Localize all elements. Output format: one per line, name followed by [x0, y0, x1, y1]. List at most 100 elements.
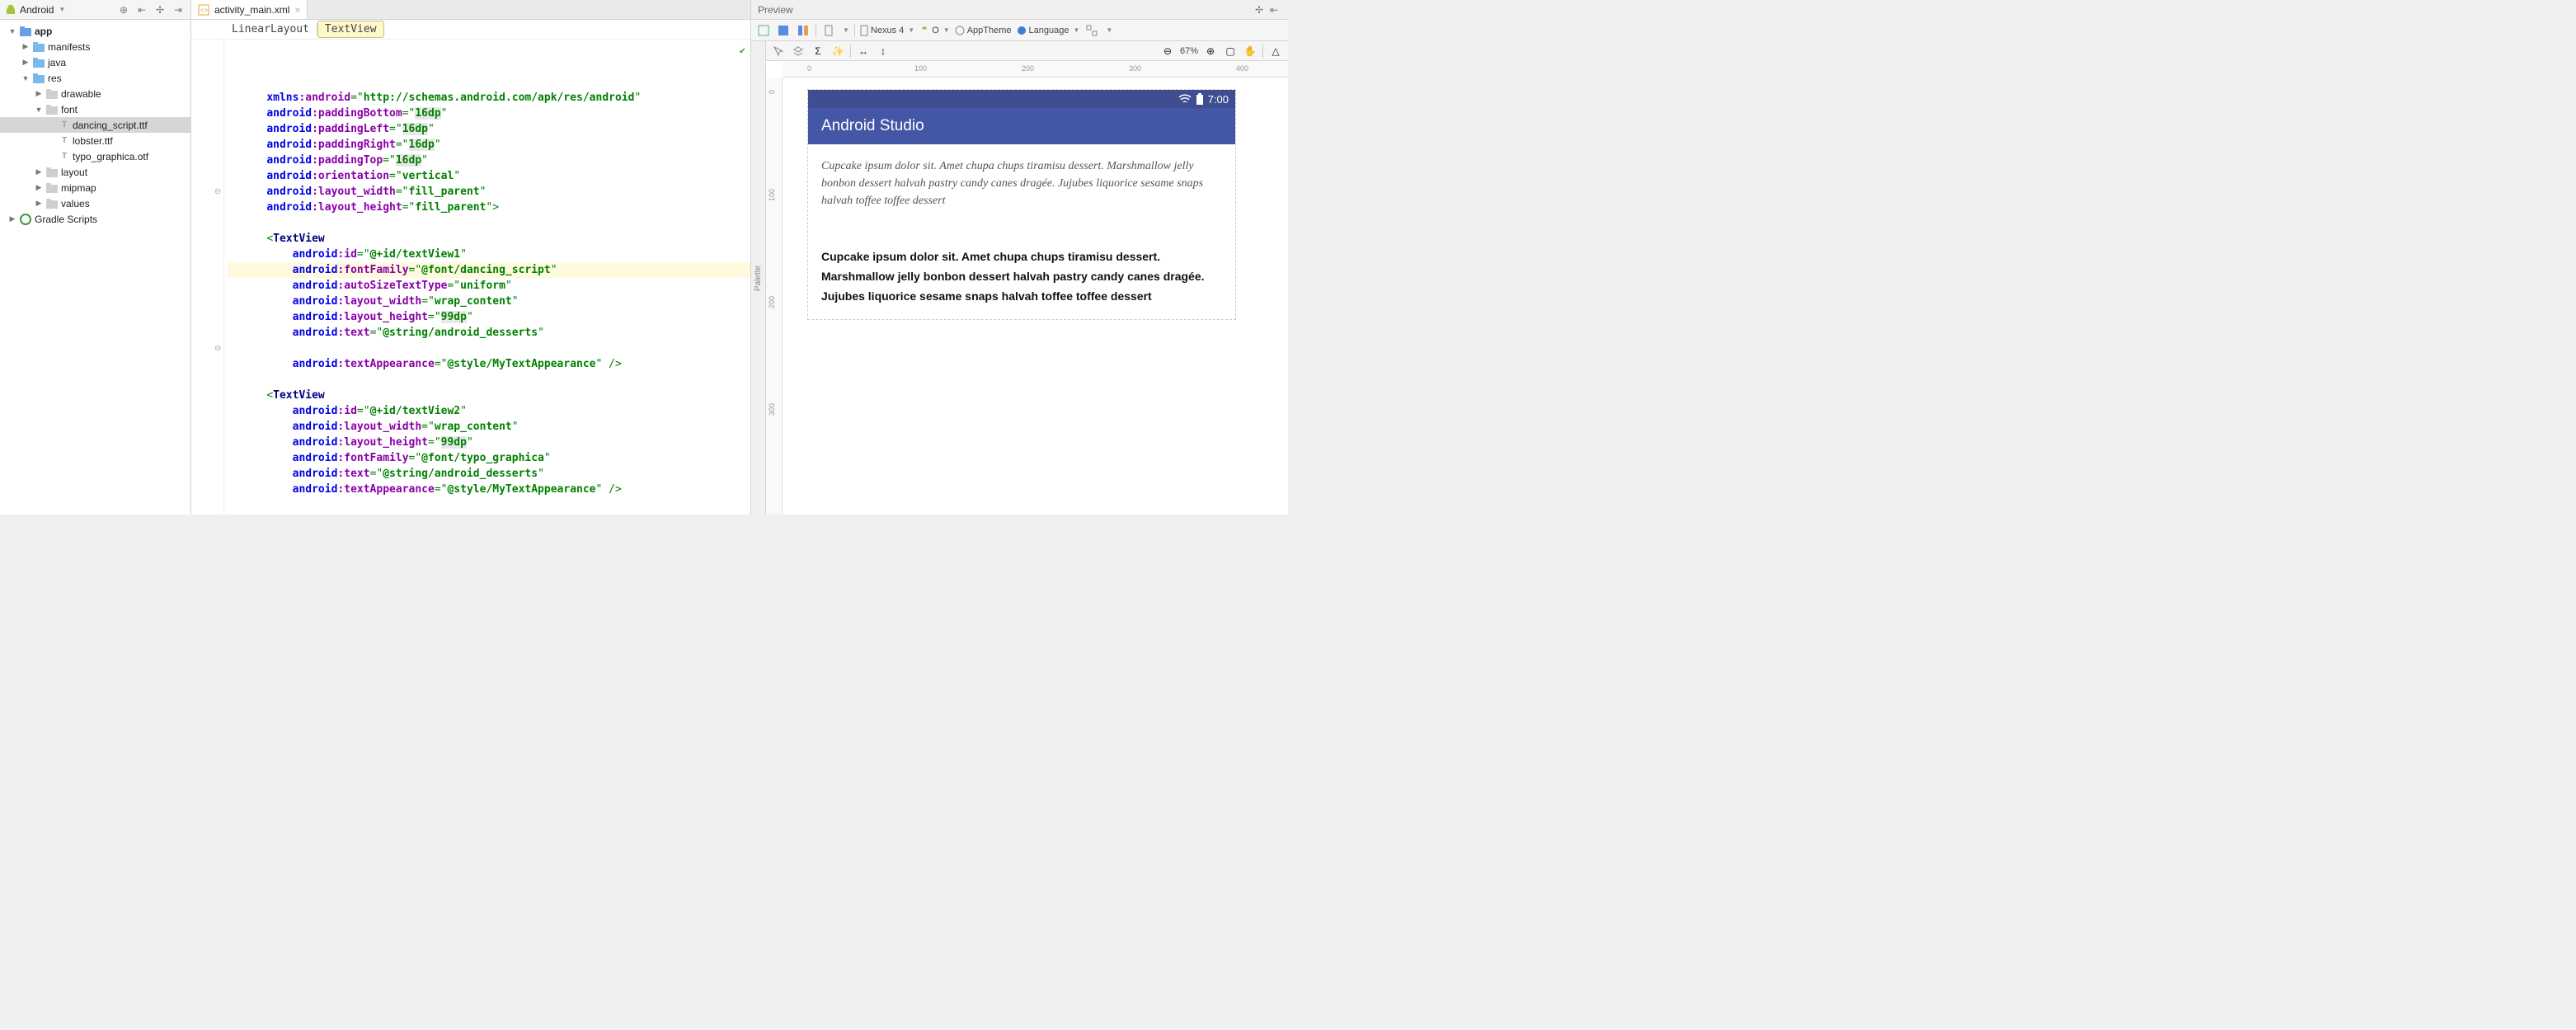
code-line[interactable]: android:text="@string/android_desserts" [228, 325, 750, 341]
design-toolbar: Σ ✨ ↔ ↕ ⊖ 67% ⊕ ▢ ✋ △ [766, 41, 1288, 61]
fit-icon[interactable]: ▢ [1223, 44, 1238, 59]
tree-arrow-icon[interactable]: ▼ [35, 106, 43, 114]
ruler-tick: 100 [914, 64, 927, 73]
zoom-out-icon[interactable]: ⊖ [1160, 44, 1175, 59]
tree-label: layout [61, 167, 87, 178]
tree-row[interactable]: ▶Tdancing_script.ttf [0, 117, 190, 133]
tree-arrow-icon[interactable]: ▶ [35, 167, 43, 176]
palette-tab[interactable]: Palette [751, 41, 766, 515]
tree-arrow-icon[interactable]: ▶ [21, 58, 30, 67]
expand-h-icon[interactable]: ↔ [856, 44, 871, 59]
code-line[interactable]: android:layout_height="99dp" [228, 435, 750, 450]
tree-row[interactable]: ▶Gradle Scripts [0, 211, 190, 227]
collapse-icon[interactable]: ⇤ [134, 2, 149, 17]
code-line[interactable]: android:fontFamily="@font/typo_graphica" [228, 450, 750, 466]
code-area[interactable]: ✔ xmlns:android="http://schemas.android.… [224, 40, 750, 515]
code-line[interactable]: android:layout_height="fill_parent"> [228, 200, 750, 215]
tree-row[interactable]: ▶manifests [0, 39, 190, 54]
device-dropdown[interactable]: Nexus 4▼ [860, 25, 914, 36]
code-line[interactable]: android:autoSizeTextType="uniform" [228, 278, 750, 294]
tree-arrow-icon[interactable]: ▶ [8, 214, 16, 223]
breadcrumb-item[interactable]: TextView [317, 21, 384, 38]
expand-v-icon[interactable]: ↕ [876, 44, 891, 59]
code-line[interactable]: android:id="@+id/textView1" [228, 247, 750, 262]
blueprint-mode-icon[interactable] [776, 23, 791, 38]
code-line[interactable]: android:layout_height="99dp" [228, 309, 750, 325]
code-line[interactable]: android:fontFamily="@font/dancing_script… [228, 262, 750, 278]
orientation-icon[interactable] [821, 23, 836, 38]
tree-row[interactable]: ▼res [0, 70, 190, 86]
font-file-icon: T [59, 135, 69, 147]
ruler-tick: 400 [1236, 64, 1248, 73]
tree-arrow-icon[interactable]: ▶ [35, 199, 43, 208]
ruler-tick: 300 [768, 403, 776, 416]
tree-arrow-icon[interactable]: ▶ [35, 89, 43, 98]
tree-row[interactable]: ▶Ttypo_graphica.otf [0, 148, 190, 164]
code-line[interactable]: <TextView [228, 231, 750, 247]
variants-icon[interactable] [1084, 23, 1099, 38]
ruler-tick: 200 [768, 296, 776, 308]
code-line[interactable]: android:layout_width="fill_parent" [228, 184, 750, 200]
code-line[interactable]: android:layout_width="wrap_content" [228, 294, 750, 309]
target-icon[interactable]: ⊕ [116, 2, 131, 17]
gear-icon[interactable]: ✢ [153, 2, 167, 17]
theme-dropdown[interactable]: AppTheme [955, 26, 1012, 35]
tree-row[interactable]: ▶Tlobster.ttf [0, 133, 190, 148]
zoom-in-icon[interactable]: ⊕ [1203, 44, 1218, 59]
layers-icon[interactable] [791, 44, 806, 59]
code-line[interactable]: android:layout_width="wrap_content" [228, 419, 750, 435]
code-line[interactable]: android:id="@+id/textView2" [228, 403, 750, 419]
breadcrumb-item[interactable]: LinearLayout [224, 21, 317, 38]
editor-tab[interactable]: <> activity_main.xml × [191, 0, 308, 19]
select-icon[interactable] [771, 44, 786, 59]
code-editor[interactable]: ⊖ ⊖ ✔ xmlns:android="http://schemas.andro… [191, 40, 750, 515]
code-line[interactable]: android:paddingRight="16dp" [228, 137, 750, 153]
textview-1: Cupcake ipsum dolor sit. Amet chupa chup… [821, 158, 1209, 209]
warnings-icon[interactable]: △ [1268, 44, 1283, 59]
editor-tabs: <> activity_main.xml × [191, 0, 750, 20]
tree-row[interactable]: ▶ layout [0, 164, 190, 180]
tree-arrow-icon[interactable]: ▼ [21, 74, 30, 82]
hide-panel-icon[interactable]: ⇤ [1267, 2, 1281, 17]
tree-arrow-icon[interactable]: ▶ [35, 183, 43, 192]
code-line[interactable]: </LinearLayout> [228, 513, 750, 515]
project-type-dropdown[interactable]: Android [20, 4, 54, 16]
code-line[interactable]: android:orientation="vertical" [228, 168, 750, 184]
code-line[interactable] [228, 341, 750, 356]
tree-row[interactable]: ▶values [0, 195, 190, 211]
tree-row[interactable]: ▶java [0, 54, 190, 70]
code-line[interactable] [228, 497, 750, 513]
pan-icon[interactable]: ✋ [1243, 44, 1257, 59]
close-icon[interactable]: × [294, 4, 300, 16]
code-line[interactable]: android:paddingBottom="16dp" [228, 106, 750, 121]
tree-arrow-icon[interactable]: ▶ [21, 42, 30, 51]
tree-row[interactable]: ▼app [0, 23, 190, 39]
code-line[interactable]: <TextView [228, 388, 750, 403]
language-dropdown[interactable]: Language▼ [1017, 26, 1080, 35]
wifi-icon [1178, 94, 1192, 104]
tree-row[interactable]: ▶drawable [0, 86, 190, 101]
fold-icon[interactable]: ⊖ [214, 187, 223, 195]
code-line[interactable]: xmlns:android="http://schemas.android.co… [228, 90, 750, 106]
code-line[interactable]: android:paddingTop="16dp" [228, 153, 750, 168]
code-line[interactable] [228, 372, 750, 388]
code-line[interactable]: android:text="@string/android_desserts" [228, 466, 750, 482]
hide-panel-icon[interactable]: ⇥ [171, 2, 186, 17]
tree-arrow-icon[interactable]: ▼ [8, 27, 16, 35]
design-mode-icon[interactable] [756, 23, 771, 38]
breadcrumb: LinearLayout TextView [191, 20, 750, 40]
sigma-icon[interactable]: Σ [811, 44, 825, 59]
tree-row[interactable]: ▼font [0, 101, 190, 117]
both-mode-icon[interactable] [796, 23, 811, 38]
tree-row[interactable]: ▶mipmap [0, 180, 190, 195]
design-canvas[interactable]: 0100200300400 0100200300 7:00 Android St… [766, 61, 1288, 515]
code-line[interactable] [228, 215, 750, 231]
api-dropdown[interactable]: O▼ [919, 26, 949, 35]
code-line[interactable]: android:textAppearance="@style/MyTextApp… [228, 356, 750, 372]
code-line[interactable]: android:textAppearance="@style/MyTextApp… [228, 482, 750, 497]
fold-icon[interactable]: ⊖ [214, 344, 223, 352]
gear-icon[interactable]: ✢ [1252, 2, 1267, 17]
project-tree[interactable]: ▼app▶manifests▶java▼res▶drawable▼font▶Td… [0, 20, 190, 515]
code-line[interactable]: android:paddingLeft="16dp" [228, 121, 750, 137]
magic-icon[interactable]: ✨ [830, 44, 845, 59]
